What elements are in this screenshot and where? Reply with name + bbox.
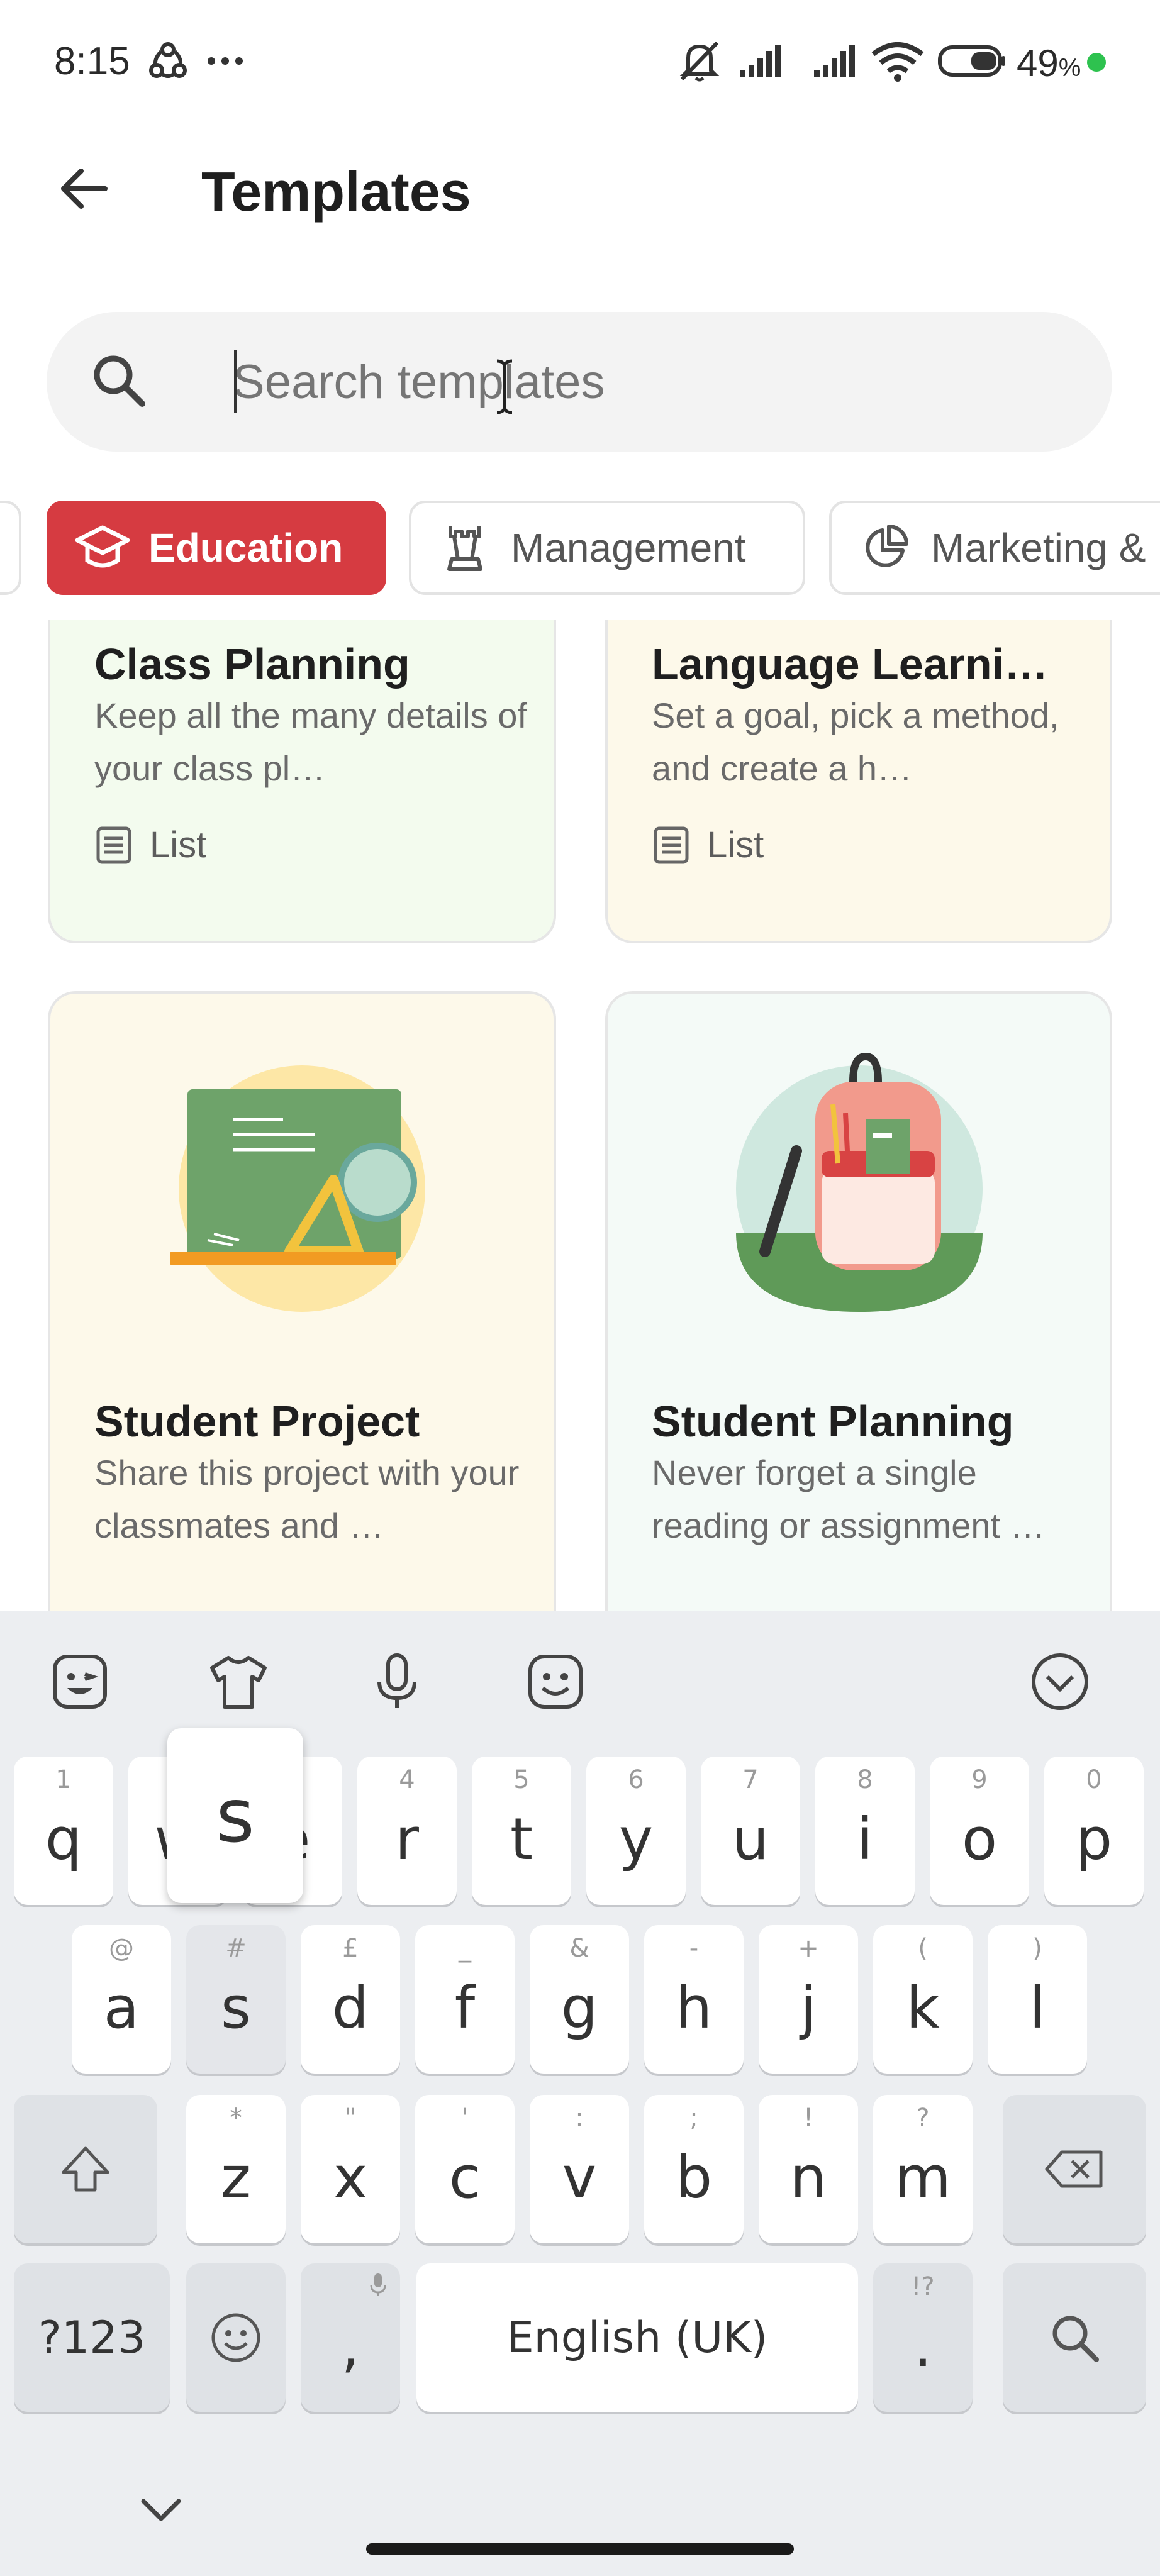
signal-icon-2 [811,39,868,83]
arrow-left-icon [61,169,108,209]
chip-label: Marketing & [931,525,1146,570]
card-description: Never forget a single reading or assignm… [652,1453,1046,1545]
key-u[interactable]: 7u [701,1757,800,1905]
list-icon [654,826,689,863]
charging-dot [1087,53,1106,72]
key-n[interactable]: ! n [759,2095,858,2243]
search-input[interactable] [233,345,1051,419]
key-q[interactable]: 1q [14,1757,113,1905]
chip-management[interactable]: Management [409,501,805,595]
key-y[interactable]: 6y [586,1757,686,1905]
key-c[interactable]: ' c [415,2095,515,2243]
battery-icon [937,39,1008,83]
backspace-icon [1045,2150,1103,2188]
key-k[interactable]: (k [873,1925,973,2074]
symbols-key[interactable]: ?123 [14,2263,170,2412]
comma-key[interactable]: , [301,2263,400,2412]
chip-label: Management [511,525,746,570]
key-l[interactable]: ) l [988,1925,1087,2074]
list-icon [96,826,131,863]
hide-keyboard-chevron-icon[interactable] [1025,1647,1095,1716]
template-card-language-learning[interactable]: Language Learni… Set a goal, pick a meth… [605,620,1112,943]
theme-shirt-icon[interactable] [204,1647,273,1716]
battery-level: 49% [1017,42,1081,84]
backpack-illustration [736,1052,983,1312]
more-notifications-icon [206,39,244,83]
key-o[interactable]: 9o [930,1757,1029,1905]
text-cursor [234,350,237,413]
card-title: Language Learni… [652,640,1049,689]
search-bar[interactable] [47,312,1112,452]
template-grid: Class Planning Keep all the many details… [0,620,1160,1611]
template-card-class-planning[interactable]: Class Planning Keep all the many details… [48,620,556,943]
key-h[interactable]: -h [644,1925,744,2074]
search-icon [94,355,145,407]
category-chips: Education Management Marketing & [0,501,1160,595]
card-type: List [652,824,764,866]
card-title: Student Project [94,1397,420,1446]
signal-icon-1 [737,39,794,83]
card-description: Set a goal, pick a method, and create a … [652,696,1059,788]
shift-arrow-icon [62,2146,109,2192]
back-button[interactable] [55,160,112,217]
wifi-icon [869,39,926,83]
pie-chart-icon [857,519,913,576]
emoji-key[interactable] [186,2263,286,2412]
backspace-key[interactable] [1003,2095,1146,2243]
chip-marketing[interactable]: Marketing & [829,501,1160,595]
key-x[interactable]: " x [301,2095,400,2243]
sync-icon [146,39,190,83]
key-m[interactable]: ? m [873,2095,973,2243]
key-f[interactable]: _ f [415,1925,515,2074]
space-key[interactable]: English (UK) [416,2263,858,2412]
card-type: List [94,824,206,866]
search-action-key[interactable] [1003,2263,1146,2412]
sticker-icon[interactable] [45,1647,114,1716]
search-icon [1052,2316,1099,2362]
mouse-ibeam-icon [496,359,513,414]
key-s[interactable]: # s [186,1925,286,2074]
card-description: Keep all the many details of your class … [94,696,527,788]
chip-education[interactable]: Education [47,501,386,595]
shift-key[interactable] [14,2095,157,2243]
template-card-student-planning[interactable]: Student Planning Never forget a single r… [605,991,1112,1611]
key-g[interactable]: & g [530,1925,629,2074]
graduation-cap-icon [74,519,131,576]
page-title: Templates [201,160,471,223]
status-time: 8:15 [54,40,130,83]
status-bar: 8:15 49% [0,0,1160,126]
key-t[interactable]: 5t [472,1757,571,1905]
key-r[interactable]: 4r [357,1757,457,1905]
emoji-icon[interactable] [521,1647,590,1716]
key-b[interactable]: ; b [644,2095,744,2243]
chess-rook-icon [437,519,493,576]
home-indicator[interactable] [366,2543,794,2555]
smiley-icon [211,2313,260,2362]
key-preview-popup: s [167,1728,303,1903]
chip-label: Education [148,525,343,570]
period-key[interactable]: !?. [873,2263,973,2412]
card-title: Student Planning [652,1397,1014,1446]
key-j[interactable]: + j [759,1925,858,2074]
card-title: Class Planning [94,640,410,689]
key-i[interactable]: 8i [815,1757,915,1905]
key-z[interactable]: * z [186,2095,286,2243]
key-a[interactable]: @ a [72,1925,171,2074]
silent-bell-icon [674,39,725,83]
key-p[interactable]: 0p [1044,1757,1144,1905]
chalkboard-illustration [170,1065,425,1312]
chip-previous[interactable] [0,501,21,595]
template-card-student-project[interactable]: Student Project Share this project with … [48,991,556,1611]
nav-collapse-chevron-icon[interactable] [136,2485,186,2535]
card-description: Share this project with your classmates … [94,1453,520,1545]
mic-hint-icon [370,2273,386,2296]
key-v[interactable]: :v [530,2095,629,2243]
key-d[interactable]: £ d [301,1925,400,2074]
microphone-icon[interactable] [362,1647,432,1716]
